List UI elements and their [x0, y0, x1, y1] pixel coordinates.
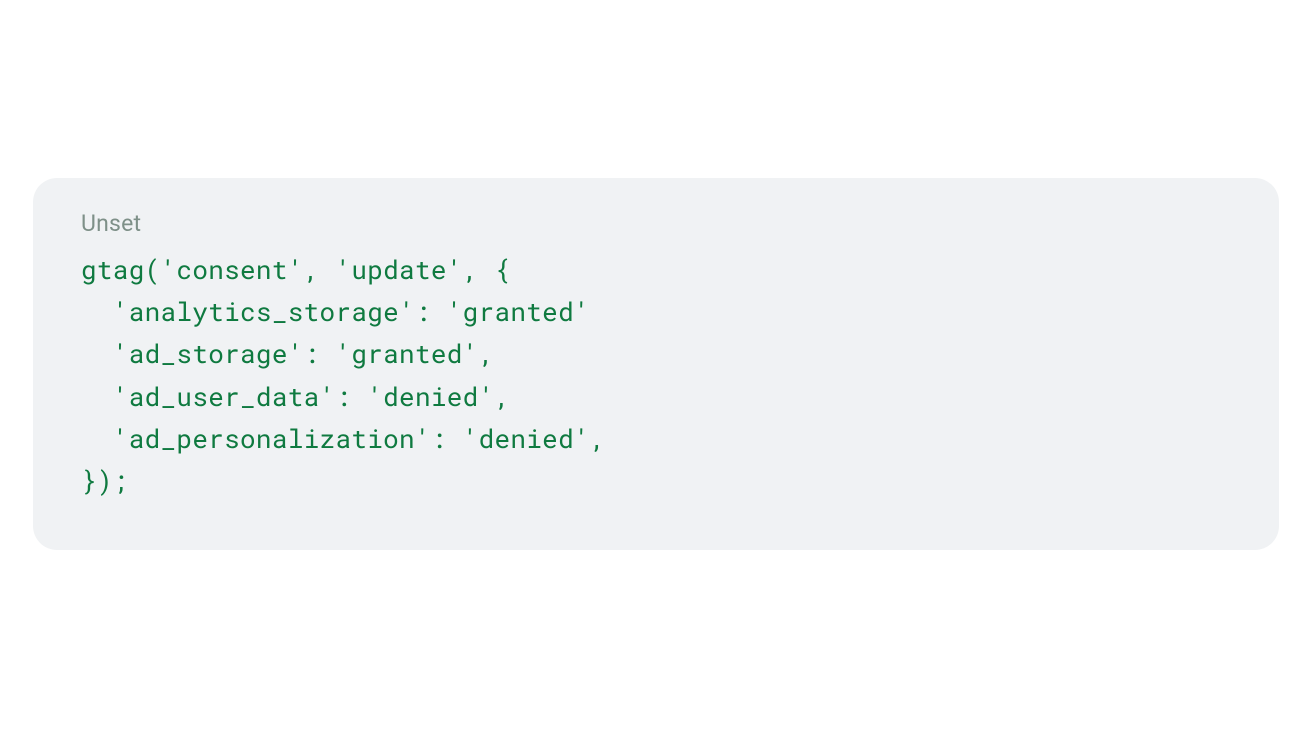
code-language-label: Unset [81, 210, 1231, 237]
code-content: gtag('consent', 'update', { 'analytics_s… [81, 249, 1231, 502]
code-block: Unset gtag('consent', 'update', { 'analy… [33, 178, 1279, 550]
